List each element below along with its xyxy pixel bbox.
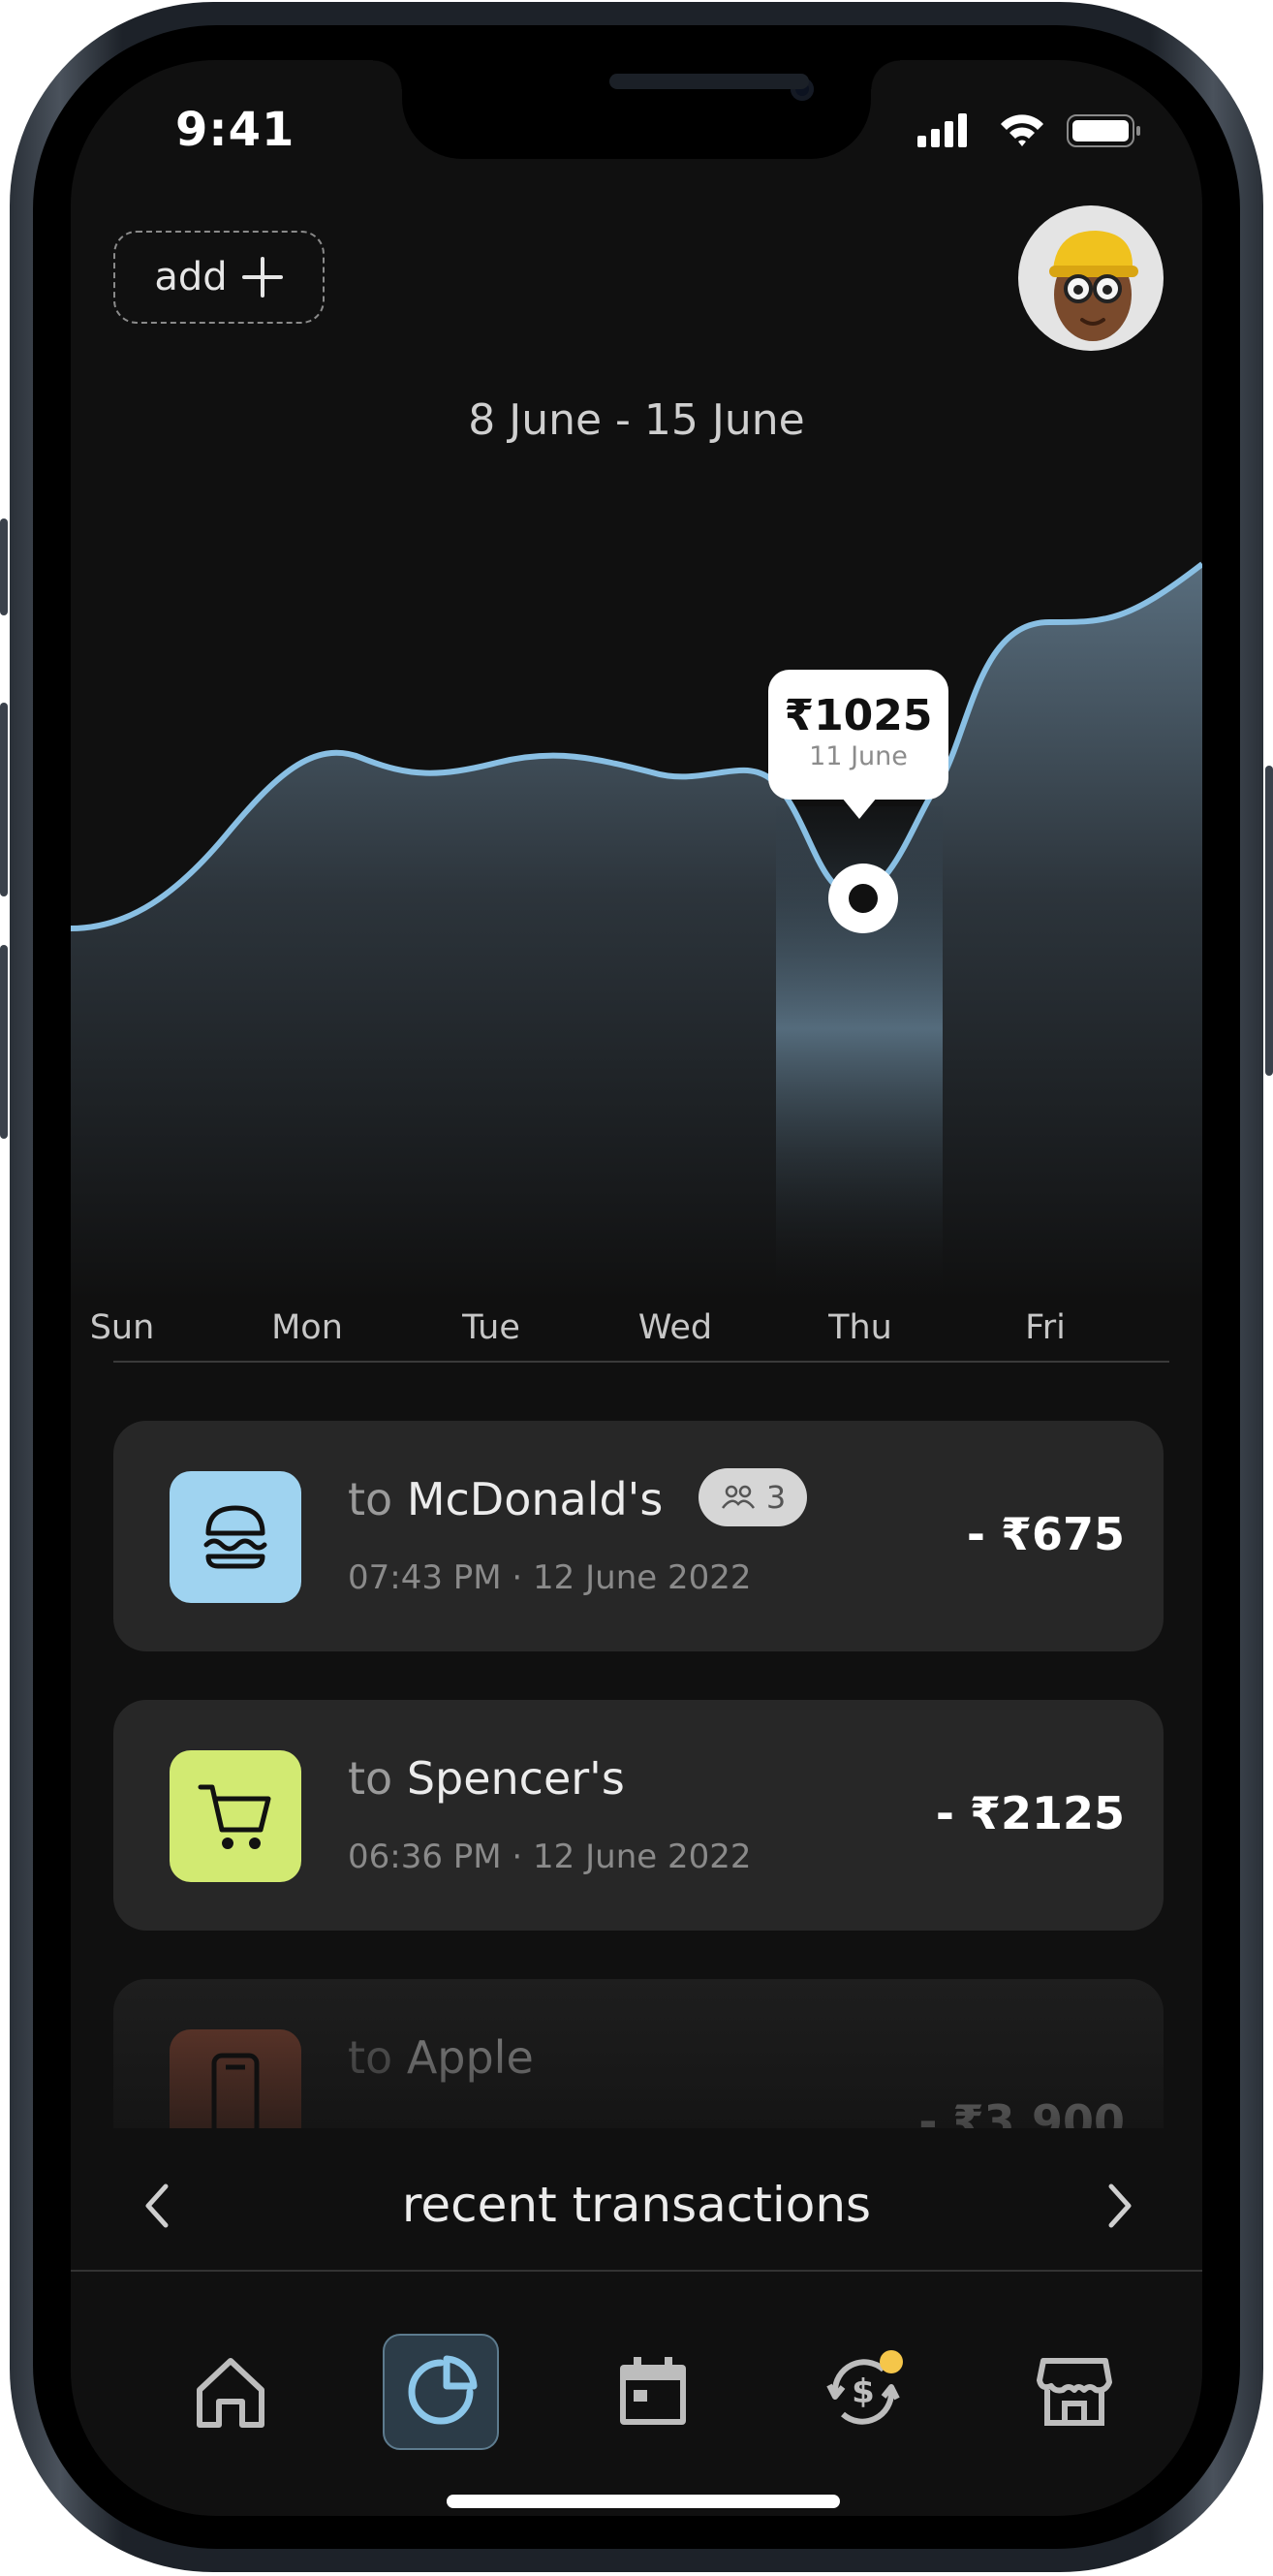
svg-text:$: $ xyxy=(852,2372,875,2411)
pie-chart-icon xyxy=(408,2355,478,2425)
transaction-amount: - ₹3,900 xyxy=(918,2095,1125,2128)
transaction-title: to McDonald's 3 xyxy=(348,1467,808,1532)
tab-bar: $ xyxy=(71,2272,1202,2516)
volume-up-button xyxy=(0,703,8,896)
home-indicator[interactable] xyxy=(447,2495,840,2508)
transaction-card[interactable]: to McDonald's 3 07:43 PM · 12 June 2022 … xyxy=(113,1421,1164,1651)
transaction-amount: - ₹675 xyxy=(966,1508,1125,1560)
phone-icon xyxy=(211,2053,260,2128)
transaction-title: to Spencer's xyxy=(348,1752,625,1805)
chart-x-axis: Sun Mon Tue Wed Thu Fri xyxy=(71,1308,1202,1357)
calendar-icon xyxy=(620,2357,686,2425)
memoji-avatar-icon xyxy=(1049,231,1138,341)
transaction-icon-tile xyxy=(170,2029,301,2128)
x-tick-label: Wed xyxy=(637,1308,713,1347)
mute-switch xyxy=(0,518,8,615)
status-icons xyxy=(917,113,1140,147)
home-icon xyxy=(197,2358,264,2428)
transaction-merchant: Spencer's xyxy=(406,1752,625,1805)
tab-payments[interactable]: $ xyxy=(805,2334,921,2450)
transaction-meta: 07:43 PM · 12 June 2022 xyxy=(348,1558,752,1597)
add-button[interactable]: add xyxy=(113,231,325,324)
x-tick-label: Fri xyxy=(1025,1308,1066,1347)
add-button-label: add xyxy=(154,255,228,299)
profile-avatar[interactable] xyxy=(1018,205,1164,351)
earpiece-speaker xyxy=(609,74,809,89)
transaction-merchant: McDonald's xyxy=(406,1473,664,1525)
x-tick-label: Mon xyxy=(271,1308,343,1347)
chart-date-range: 8 June - 15 June xyxy=(468,395,805,445)
transactions-list[interactable]: to McDonald's 3 07:43 PM · 12 June 2022 … xyxy=(113,1421,1164,2128)
tab-store[interactable] xyxy=(1016,2334,1133,2450)
chart-tooltip: ₹1025 11 June xyxy=(768,670,948,819)
recent-transactions-nav: recent transactions xyxy=(71,2155,1202,2252)
store-icon xyxy=(1037,2358,1112,2426)
transaction-to-label: to xyxy=(348,2031,393,2084)
tab-home[interactable] xyxy=(172,2334,289,2450)
tab-insights[interactable] xyxy=(383,2334,499,2450)
tooltip-value: ₹1025 xyxy=(784,691,933,740)
status-time: 9:41 xyxy=(175,103,295,157)
split-chip[interactable]: 3 xyxy=(698,1467,808,1526)
tab-calendar[interactable] xyxy=(595,2334,711,2450)
app-screen: 9:41 add 8 June - 15 June ₹1025 11 June … xyxy=(71,60,1202,2516)
burger-icon xyxy=(203,1505,267,1569)
transaction-card[interactable]: to Apple - ₹3,900 xyxy=(113,1979,1164,2128)
transaction-icon-tile xyxy=(170,1750,301,1882)
wifi-icon xyxy=(1001,114,1043,146)
x-tick-label: Tue xyxy=(462,1308,520,1347)
cart-icon xyxy=(198,1784,271,1849)
volume-down-button xyxy=(0,945,8,1139)
split-count: 3 xyxy=(765,1478,787,1516)
transaction-card[interactable]: to Spencer's 06:36 PM · 12 June 2022 - ₹… xyxy=(113,1700,1164,1931)
transaction-title: to Apple xyxy=(348,2031,534,2084)
transaction-amount: - ₹2125 xyxy=(935,1787,1125,1839)
x-tick-label: Thu xyxy=(828,1308,892,1347)
transaction-meta: 06:36 PM · 12 June 2022 xyxy=(348,1838,752,1876)
spending-chart[interactable] xyxy=(71,467,1202,1301)
group-icon xyxy=(721,1485,755,1509)
chart-selected-point[interactable] xyxy=(828,864,898,933)
transaction-merchant: Apple xyxy=(406,2031,534,2084)
x-tick-label: Sun xyxy=(89,1308,155,1347)
chart-area xyxy=(71,564,1202,1301)
transaction-to-label: to xyxy=(348,1752,393,1805)
signal-icon xyxy=(917,113,967,147)
recent-transactions-title: recent transactions xyxy=(401,2177,872,2233)
power-button xyxy=(1265,766,1273,1076)
battery-icon xyxy=(1067,114,1140,147)
notification-badge xyxy=(880,2350,903,2373)
chevron-right-icon[interactable] xyxy=(1090,2177,1148,2235)
transaction-icon-tile xyxy=(170,1471,301,1603)
plus-icon xyxy=(241,257,283,298)
transaction-to-label: to xyxy=(348,1473,393,1525)
currency-exchange-icon: $ xyxy=(826,2350,903,2425)
tooltip-date: 11 June xyxy=(809,741,908,771)
section-divider xyxy=(113,1361,1169,1363)
